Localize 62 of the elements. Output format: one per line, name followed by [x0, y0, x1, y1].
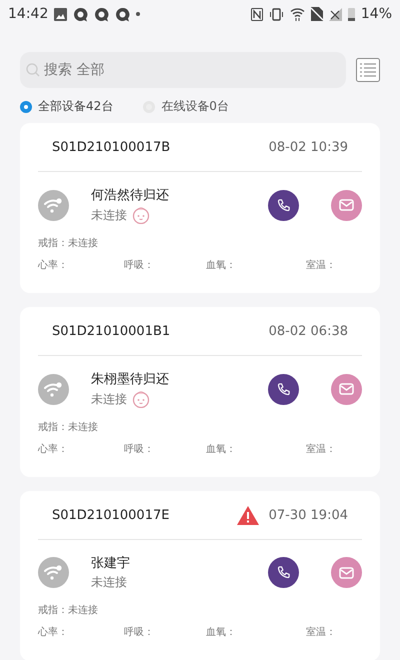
metric-label: 血氧：: [206, 443, 237, 456]
app-notification-icon: [73, 6, 88, 22]
metric-label: 室温：: [306, 626, 337, 639]
image-icon: [54, 8, 68, 20]
user-name: 朱栩墨待归还: [91, 371, 170, 388]
battery-icon: [348, 7, 355, 21]
device-card[interactable]: S01D210100017E 07-30 19:04 张建宇 未连接 戒指：未连接 心率： 呼吸： 血氧： 室温：: [20, 491, 380, 660]
device-time: 08-02 06:38: [268, 324, 348, 338]
clock: 14:42: [8, 6, 48, 22]
metric-label: 呼吸：: [124, 442, 155, 456]
device-card[interactable]: S01D21010001B1 08-02 06:38 朱栩墨待归还 未连接 戒指：未连接 心率： 呼吸： 血氧： 室温：: [20, 307, 380, 477]
device-card[interactable]: S01D210100017B 08-02 10:39 何浩然待归还 未连接 戒指：未连接 心率： 呼吸： 血氧： 室温：: [20, 123, 380, 293]
device-time: 08-02 10:39: [268, 140, 348, 154]
ring-status: 戒指：未连接: [38, 604, 99, 617]
metric-label: 心率：: [38, 258, 69, 272]
device-serial: S01D210100017E: [52, 508, 170, 522]
search-field[interactable]: 搜索 全部: [20, 52, 346, 88]
metric-label: 心率：: [38, 626, 69, 639]
connection-status: 未连接: [91, 206, 127, 224]
wifi-off-icon: [38, 557, 69, 588]
app-notification-icon: [115, 6, 130, 22]
message-button[interactable]: [331, 190, 362, 220]
metric-label: 呼吸：: [124, 626, 155, 639]
metric-label: 血氧：: [206, 259, 237, 272]
filter-radio[interactable]: 全部设备42台: [20, 98, 114, 115]
device-time: 07-30 19:04: [268, 508, 348, 522]
envelope-icon: [339, 199, 354, 211]
device-serial: S01D210100017B: [52, 140, 172, 154]
metric-label: 心率：: [38, 442, 69, 456]
no-sim-icon: [310, 7, 323, 21]
app-notification-icon: [94, 6, 110, 22]
connection-status: 未连接: [91, 390, 127, 408]
phone-icon: [276, 565, 291, 580]
metric-label: 呼吸：: [124, 258, 155, 272]
call-button[interactable]: [268, 190, 299, 220]
wifi-off-icon: [38, 374, 69, 404]
phone-icon: [276, 382, 291, 396]
call-button[interactable]: [268, 374, 299, 404]
wifi-icon: [290, 7, 305, 21]
user-name: 何浩然待归还: [91, 187, 170, 204]
no-signal-icon: [328, 8, 342, 20]
user-name: 张建宇: [91, 555, 131, 572]
ring-status: 戒指：未连接: [38, 236, 99, 250]
dot-icon: [136, 12, 140, 16]
message-button[interactable]: [331, 557, 362, 588]
metric-label: 血氧：: [206, 626, 237, 639]
device-serial: S01D21010001B1: [52, 324, 172, 338]
envelope-icon: [339, 566, 354, 578]
metric-label: 室温：: [306, 258, 337, 272]
vibrate-icon: [268, 8, 284, 20]
wifi-off-icon: [38, 190, 69, 220]
connection-status: 未连接: [91, 574, 127, 591]
battery-percent: 14%: [360, 6, 392, 22]
nfc-icon: [250, 8, 263, 20]
call-button[interactable]: [268, 557, 299, 588]
message-button[interactable]: [331, 374, 362, 404]
filter-radio[interactable]: 在线设备0台: [143, 98, 229, 115]
list-icon[interactable]: [356, 58, 380, 82]
ring-status: 戒指：未连接: [38, 420, 99, 434]
envelope-icon: [339, 383, 354, 395]
metric-label: 室温：: [306, 442, 337, 456]
phone-icon: [276, 198, 291, 212]
